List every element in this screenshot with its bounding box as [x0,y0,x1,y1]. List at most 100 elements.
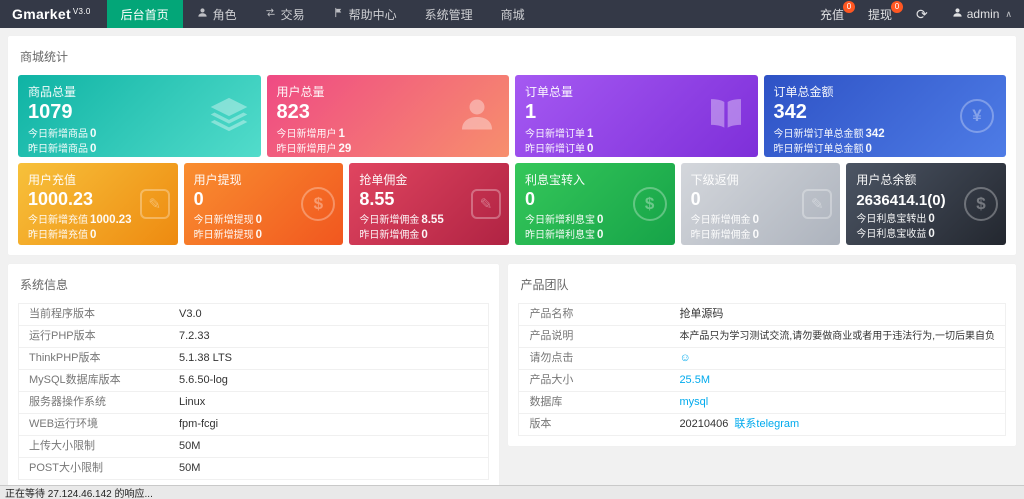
nav-item-trade-label: 交易 [280,7,305,22]
table-row: 产品名称 抢单源码 [519,304,1005,326]
withdraw-label: 提现 [867,7,892,22]
product-table: 产品名称 抢单源码 产品说明 本产品只为学习测试交流,请勿要做商业或者用于违法行为,… [518,303,1006,436]
flag-icon [333,7,344,21]
product-panel: 产品团队 产品名称 抢单源码 产品说明 本产品只为学习测试交流,请勿要做商业或者用于… [508,264,1016,446]
stat-card-order-commission: 抢单佣金 8.55 今日新增佣金 8.55 昨日新增佣金 0 ✎ [349,163,509,245]
stat-subline: 昨日新增商品 0 [28,143,97,155]
recharge-badge: 0 [842,1,855,13]
system-info-title: 系统信息 [20,278,69,292]
stats-row-1: 商品总量 1079 今日新增商品 0 昨日新增商品 0 用户总量 823 今日新增用… [18,75,1006,157]
dollar-coin-icon: $ [301,187,336,221]
stat-card-orders-total: 订单总量 1 今日新增订单 1 昨日新增订单 0 [515,75,758,157]
system-info-panel: 系统信息 当前程序版本 V3.0 运行PHP版本 7.2.33 ThinkPHP版本… [8,264,500,490]
table-row: 数据库 mysql [519,392,1005,414]
logo-text: Gmarket [12,6,71,22]
user-icon [457,95,497,138]
table-row: 版本 20210406 联系telegram [519,414,1005,436]
stat-card-user-balance: 用户总余额 2636414.1(0) 今日利息宝转出 0 今日利息宝收益 0 $ [846,163,1006,245]
user-icon [197,7,208,21]
withdraw-badge: 0 [890,1,903,13]
stat-subline: 昨日新增订单 0 [525,143,594,155]
table-row: 产品大小 25.5M [519,370,1005,392]
stat-title: 抢单佣金 [359,173,408,187]
top-navbar: Gmarket V3.0 后台首页 角色 交易 帮助中心 系统管理 商城 充值 … [0,0,1024,28]
app-logo: Gmarket V3.0 [0,0,107,28]
stat-subline: 昨日新增提现 0 [193,229,263,241]
stat-subline: 昨日新增佣金 0 [690,229,760,241]
table-row: ThinkPHP版本 5.1.38 LTS [19,348,489,370]
recharge-label: 充值 [819,7,844,22]
stat-subline: 昨日新增充值 0 [28,229,97,241]
bottom-section: 系统信息 当前程序版本 V3.0 运行PHP版本 7.2.33 ThinkPHP版本… [8,264,1016,490]
nav-item-roles-label: 角色 [212,7,237,22]
telegram-contact-link[interactable]: 联系telegram [734,418,799,430]
product-panel-title: 产品团队 [520,278,569,292]
stat-card-user-recharge: 用户充值 1000.23 今日新增充值 1000.23 昨日新增充值 0 ✎ [18,163,178,245]
withdraw-link[interactable]: 提现 0 [856,0,904,28]
nav-item-mall[interactable]: 商城 [487,0,539,28]
nav-item-trade[interactable]: 交易 [251,0,319,28]
book-icon [706,95,746,138]
recharge-link[interactable]: 充值 0 [808,0,856,28]
table-row: POST大小限制 50M [19,458,489,480]
table-row: WEB运行环境 fpm-fcgi [19,414,489,436]
navbar-right: 充值 0 提现 0 ⟳ admin ∧ [808,0,1024,28]
edit-note-icon: ✎ [139,189,170,219]
stats-panel: 商城统计 商品总量 1079 今日新增商品 0 昨日新增商品 0 用户总量 823 … [8,36,1016,255]
edit-note-icon: ✎ [802,189,833,219]
stat-subline: 昨日新增佣金 0 [359,229,428,241]
stat-card-user-withdraw: 用户提现 0 今日新增提现 0 昨日新增提现 0 $ [183,163,344,245]
table-row: MySQL数据库版本 5.6.50-log [19,370,489,392]
admin-name: admin [966,7,1000,21]
stat-card-order-amount: 订单总金额 342 今日新增订单总金额 342 昨日新增订单总金额 0 ¥ [763,75,1006,157]
yen-coin-icon: ¥ [960,99,994,133]
table-row: 运行PHP版本 7.2.33 [19,326,489,348]
stat-subline: 今日利息宝收益 0 [856,228,935,240]
admin-menu[interactable]: admin ∧ [940,0,1024,28]
stat-title: 订单总金额 [773,85,834,99]
nav-item-home-label: 后台首页 [120,7,169,22]
version-value: 20210406 [679,418,729,430]
exchange-icon [265,7,276,21]
chevron-up-icon: ∧ [1005,8,1012,19]
browser-status-bar: 正在等待 27.124.46.142 的响应... [0,485,1024,499]
refresh-button[interactable]: ⟳ [904,0,940,28]
table-row: 请勿点击 ☺ [519,348,1005,370]
table-row: 产品说明 本产品只为学习测试交流,请勿要做商业或者用于违法行为,一切后果自负 [519,326,1005,348]
database-link[interactable]: mysql [679,396,708,408]
edit-note-icon: ✎ [471,189,501,219]
product-size-link[interactable]: 25.5M [679,374,710,386]
nav-item-mall-label: 商城 [500,7,525,22]
table-row: 服务器操作系统 Linux [19,392,489,414]
logo-version: V3.0 [72,6,91,16]
stat-card-goods-total: 商品总量 1079 今日新增商品 0 昨日新增商品 0 [18,75,261,157]
stat-title: 用户总余额 [856,173,917,187]
nav-item-roles[interactable]: 角色 [183,0,251,28]
nav-item-help[interactable]: 帮助中心 [319,0,411,28]
dollar-coin-icon: $ [964,187,998,221]
dollar-coin-icon: $ [632,187,667,221]
nav-item-home[interactable]: 后台首页 [106,0,183,28]
stat-title: 下级返佣 [690,173,739,187]
stat-card-interest-in: 利息宝转入 0 今日新增利息宝 0 昨日新增利息宝 0 $ [515,163,675,245]
stat-card-users-total: 用户总量 823 今日新增用户 1 昨日新增用户 29 [266,75,509,157]
refresh-icon: ⟳ [915,5,928,22]
stat-title: 用户提现 [193,173,242,187]
stat-subline: 昨日新增用户 29 [276,143,352,155]
table-row: 当前程序版本 V3.0 [19,304,489,326]
stat-subline: 昨日新增利息宝 0 [525,229,604,241]
stat-card-sub-rebate: 下级返佣 0 今日新增佣金 0 昨日新增佣金 0 ✎ [680,163,841,245]
nav-item-system[interactable]: 系统管理 [411,0,487,28]
system-info-table: 当前程序版本 V3.0 运行PHP版本 7.2.33 ThinkPHP版本 5.1.3… [18,303,490,480]
table-row: 上传大小限制 50M [19,436,489,458]
stat-subline: 昨日新增订单总金额 0 [773,143,872,155]
stat-title: 用户充值 [28,173,77,187]
user-icon [952,7,963,21]
stats-row-2: 用户充值 1000.23 今日新增充值 1000.23 昨日新增充值 0 ✎ 用户提… [18,163,1006,245]
stat-title: 利息宝转入 [525,173,586,187]
nav-item-help-label: 帮助中心 [348,7,397,22]
layers-icon [209,95,249,138]
nav-item-system-label: 系统管理 [424,7,473,22]
do-not-click-link[interactable]: ☺ [679,352,690,364]
main-content: 商城统计 商品总量 1079 今日新增商品 0 昨日新增商品 0 用户总量 823 … [0,28,1024,498]
